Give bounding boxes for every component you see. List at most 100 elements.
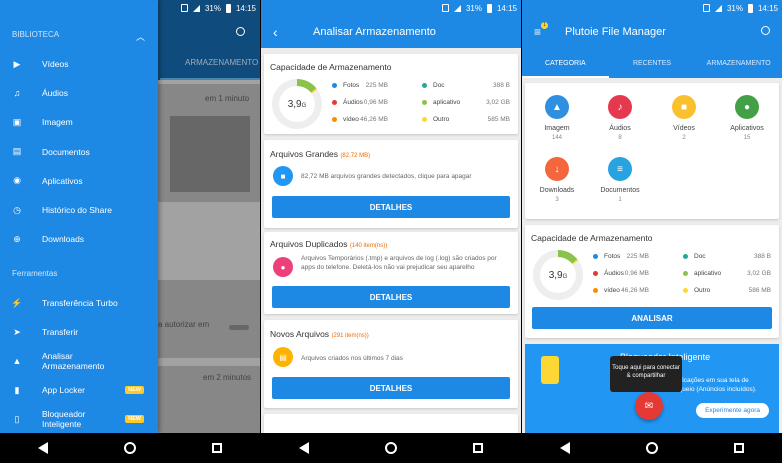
- drawer-item-label: App Locker: [42, 385, 85, 395]
- new-files-card: Novos Arquivos (291 item(ns)) ▤ Arquivos…: [264, 320, 518, 408]
- legend-dot: [683, 288, 688, 293]
- capacity-card: Capacidade de Armazenamento 3,9 G Fotos 22…: [264, 54, 518, 134]
- duplicate-icon: ●: [273, 257, 293, 277]
- storage-donut: 3,9 G: [272, 79, 322, 129]
- drawer-item-label: Imagem: [42, 117, 73, 128]
- category-áudios[interactable]: ♪ Áudios 8: [595, 95, 645, 141]
- search-icon[interactable]: [761, 26, 770, 35]
- drawer-item-label: Áudios: [42, 88, 68, 99]
- legend-value: 46,26 MB: [621, 287, 649, 294]
- image-icon: ▲: [545, 95, 569, 119]
- large-files-details-button[interactable]: DETALHES: [272, 196, 510, 218]
- drawer-item[interactable]: ▤ Documentos: [0, 142, 158, 162]
- drawer-item[interactable]: ▶ Vídeos: [0, 54, 158, 74]
- document-icon: ▤: [12, 146, 22, 157]
- home-icon[interactable]: [124, 442, 136, 454]
- app-title: Plutoie File Manager: [565, 26, 666, 38]
- category-downloads[interactable]: ↓ Downloads 3: [532, 157, 582, 203]
- legend-value: 585 MB: [487, 116, 510, 123]
- category-documentos[interactable]: ≡ Documentos 1: [595, 157, 645, 203]
- category-count: 15: [743, 135, 751, 141]
- capacity-card: Capacidade de Armazenamento 3,9 G Fotos 22…: [525, 225, 779, 338]
- lightning-icon: ⚡: [11, 297, 23, 308]
- tab-recentes[interactable]: RECENTES: [609, 48, 696, 78]
- analyze-button[interactable]: ANALISAR: [532, 307, 772, 329]
- drawer-item[interactable]: ◉ Aplicativos: [0, 171, 158, 191]
- panel-analyze: 31% 14:15 ‹ Analisar Armazenamento Capaci…: [261, 0, 521, 463]
- back-icon[interactable]: [38, 442, 48, 454]
- storage-donut: 3,9 G: [533, 250, 583, 300]
- category-label: Imagem: [544, 125, 570, 132]
- legend-item: Outro: [422, 116, 449, 123]
- duplicate-details-button[interactable]: DETALHES: [272, 286, 510, 308]
- nav-bar: [0, 433, 260, 463]
- share-fab[interactable]: ✉: [635, 392, 663, 420]
- phone-lock-icon: ▯: [14, 413, 20, 424]
- drawer-item-label: Transferir: [42, 327, 79, 337]
- category-label: Vídeos: [673, 125, 695, 132]
- drawer-item[interactable]: ▯ Bloqueador Inteligente NEW: [0, 409, 158, 429]
- new-files-count: (291 item(ns)): [331, 333, 369, 339]
- lock-icon: ▮: [14, 384, 20, 395]
- recent-apps-icon[interactable]: [734, 443, 744, 453]
- category-label: Áudios: [609, 125, 631, 132]
- try-now-button[interactable]: Experimente agora: [696, 403, 769, 418]
- new-badge: NEW: [125, 386, 144, 394]
- legend-dot: [683, 271, 688, 276]
- capacity-title: Capacidade de Armazenamento: [270, 62, 392, 72]
- section-library: BIBLIOTECA: [12, 30, 60, 39]
- drawer-item-label: Aplicativos: [42, 175, 83, 186]
- drawer-item[interactable]: ⊕ Downloads: [0, 229, 158, 249]
- category-imagem[interactable]: ▲ Imagem 144: [532, 95, 582, 141]
- recent-apps-icon[interactable]: [212, 443, 222, 453]
- duplicate-desc: Arquivos Temporários (.tmp) e arquivos d…: [301, 255, 497, 271]
- download-icon: ⊕: [13, 233, 21, 244]
- drawer-item[interactable]: ◷ Histórico do Share: [0, 200, 158, 220]
- panel-home: 31% 14:15 ≡ 1 Plutoie File Manager CATEGOR…: [522, 0, 782, 463]
- legend-name: Outro: [694, 287, 711, 294]
- new-files-desc: Arquivos criados nos últimos 7 dias: [301, 355, 403, 362]
- nav-bar: [522, 433, 782, 463]
- search-icon[interactable]: [236, 27, 245, 36]
- image-icon: ▣: [12, 116, 22, 127]
- analyze-icon: ▲: [12, 356, 22, 366]
- category-grid: ▲ Imagem 144 ♪ Áudios 8 ■ Vídeos 2 ● Aplicativos 15…: [525, 83, 779, 219]
- drawer-item[interactable]: ▲ Analisar Armazenamento: [0, 351, 158, 371]
- legend-name: Doc: [433, 82, 445, 89]
- status-bar: 31% 14:15: [522, 0, 782, 16]
- chevron-up-icon[interactable]: ︿: [136, 30, 145, 43]
- tab-categoria[interactable]: CATEGORIA: [522, 48, 609, 78]
- category-aplicativos[interactable]: ● Aplicativos 15: [722, 95, 772, 141]
- legend-dot: [422, 83, 427, 88]
- legend-value: 3,02 GB: [747, 270, 771, 277]
- category-vídeos[interactable]: ■ Vídeos 2: [659, 95, 709, 141]
- home-icon[interactable]: [385, 442, 397, 454]
- menu-icon[interactable]: ≡ 1: [534, 22, 548, 39]
- category-count: 8: [618, 135, 622, 141]
- back-icon[interactable]: [560, 442, 570, 454]
- page-title: Analisar Armazenamento: [313, 26, 436, 38]
- drawer-item-label: Vídeos: [42, 59, 69, 69]
- legend-value: 46,26 MB: [360, 116, 388, 123]
- new-files-details-button[interactable]: DETALHES: [272, 377, 510, 399]
- recent-apps-icon[interactable]: [473, 443, 483, 453]
- category-count: 144: [551, 135, 562, 141]
- category-label: Documentos: [600, 187, 640, 194]
- drawer-item[interactable]: ▮ App Locker NEW: [0, 380, 158, 400]
- android-icon: ●: [735, 95, 759, 119]
- tab-armazenamento[interactable]: ARMAZENAMENTO: [695, 48, 782, 78]
- back-icon[interactable]: [299, 442, 309, 454]
- drawer-item[interactable]: ⚡ Transferência Turbo: [0, 293, 158, 313]
- download-icon: ↓: [545, 157, 569, 181]
- category-count: 1: [618, 197, 622, 203]
- drawer-item-label: Documentos: [42, 146, 90, 157]
- video-icon: ▶: [13, 58, 21, 69]
- tab-bar: CATEGORIA RECENTES ARMAZENAMENTO: [522, 48, 782, 78]
- back-arrow-icon[interactable]: ‹: [273, 24, 291, 40]
- app-bar: ‹ Analisar Armazenamento: [261, 16, 521, 48]
- drawer-item[interactable]: ♫ Áudios: [0, 83, 158, 103]
- drawer-item[interactable]: ▣ Imagem: [0, 112, 158, 132]
- drawer-item[interactable]: ➤ Transferir: [0, 322, 158, 342]
- large-files-card: Arquivos Grandes (82,72 MB) ■ 82,72 MB a…: [264, 140, 518, 228]
- home-icon[interactable]: [646, 442, 658, 454]
